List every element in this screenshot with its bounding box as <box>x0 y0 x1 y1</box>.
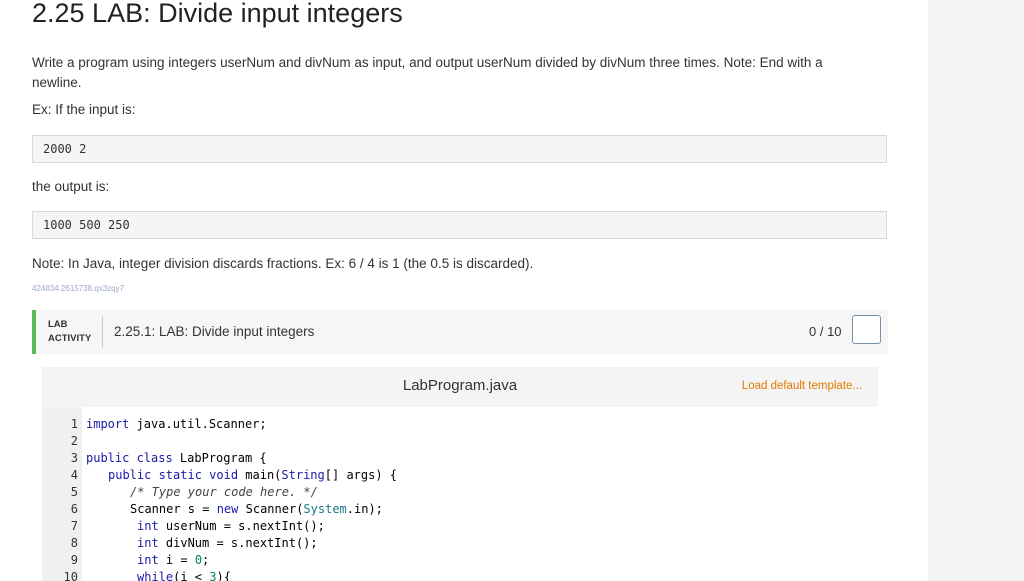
code-keyword: public class <box>86 451 173 465</box>
line-number: 2 <box>70 434 78 448</box>
code-line-7: int userNum = s.nextInt(); <box>137 519 325 533</box>
code-text: Scanner( <box>238 502 304 516</box>
code-line-1: import java.util.Scanner; <box>86 417 267 431</box>
line-number: 4 <box>70 468 78 482</box>
code-line-3: public class LabProgram { <box>86 451 267 465</box>
code-text: ; <box>202 553 210 567</box>
code-keyword: int <box>137 519 159 533</box>
lab-tag-line1: LAB <box>48 319 68 330</box>
code-line-4: public static void main(String[] args) { <box>108 468 397 482</box>
load-default-template-link[interactable]: Load default template... <box>742 380 862 392</box>
code-text: main( <box>238 468 282 482</box>
code-line-8: int divNum = s.nextInt(); <box>137 536 318 550</box>
line-number: 7 <box>70 519 78 533</box>
code-text: userNum = s.nextInt(); <box>158 519 325 533</box>
page-title: 2.25 LAB: Divide input integers <box>32 0 403 28</box>
line-number: 3 <box>70 451 78 465</box>
code-text: divNum = s.nextInt(); <box>158 536 318 550</box>
code-text: ){ <box>216 570 231 581</box>
line-number: 10 <box>63 570 78 581</box>
code-text: LabProgram { <box>172 451 267 465</box>
code-text: i = <box>158 553 195 567</box>
completion-checkbox-icon <box>852 315 881 344</box>
code-class: System <box>303 502 347 516</box>
right-side-gutter <box>928 0 1024 581</box>
code-keyword: int <box>137 536 159 550</box>
code-keyword: int <box>137 553 159 567</box>
lab-activity-tag: LAB ACTIVITY <box>48 318 91 346</box>
code-number: 0 <box>194 553 203 567</box>
code-keyword: public static void <box>108 468 239 482</box>
lab-prompt: Write a program using integers userNum a… <box>32 55 823 90</box>
example-output-box: 1000 500 250 <box>32 211 887 239</box>
line-number: 8 <box>70 536 78 550</box>
line-number: 5 <box>70 485 78 499</box>
code-text: java.util.Scanner; <box>129 417 267 431</box>
code-type: String <box>281 468 325 482</box>
example-input-box: 2000 2 <box>32 135 887 163</box>
main-content: 2.25 LAB: Divide input integers Write a … <box>0 0 928 581</box>
code-line-6: Scanner s = new Scanner(System.in); <box>130 502 383 516</box>
code-text: [] args) { <box>324 468 398 482</box>
line-number: 6 <box>70 502 78 516</box>
line-number: 1 <box>70 417 78 431</box>
lab-activity-header: LAB ACTIVITY 2.25.1: LAB: Divide input i… <box>32 310 888 354</box>
lab-header-divider <box>102 316 103 348</box>
code-text: (i < <box>173 570 210 581</box>
code-line-10: while(i < 3){ <box>137 570 231 581</box>
code-line-9: int i = 0; <box>137 553 209 567</box>
lab-activity-title: 2.25.1: LAB: Divide input integers <box>114 324 315 339</box>
lab-score: 0 / 10 <box>809 324 842 339</box>
code-line-5: /* Type your code here. */ <box>130 485 318 499</box>
code-text: Scanner s = <box>130 502 217 516</box>
lab-tag-line2: ACTIVITY <box>48 333 92 344</box>
code-keyword: while <box>137 570 174 581</box>
code-keyword: new <box>216 502 239 516</box>
output-label: the output is: <box>32 179 110 194</box>
code-keyword: import <box>86 417 130 431</box>
code-text: .in); <box>346 502 383 516</box>
integer-division-note: Note: In Java, integer division discards… <box>32 256 534 271</box>
line-number: 9 <box>70 553 78 567</box>
code-editor-panel: LabProgram.java Load default template...… <box>42 367 878 581</box>
code-editor[interactable]: 1 2 3 4 5 6 7 8 9 10 import java.util.Sc… <box>42 407 878 581</box>
example-label: Ex: If the input is: <box>32 102 136 117</box>
tracking-id: 424834.2615738.qx3zqy7 <box>32 284 125 293</box>
